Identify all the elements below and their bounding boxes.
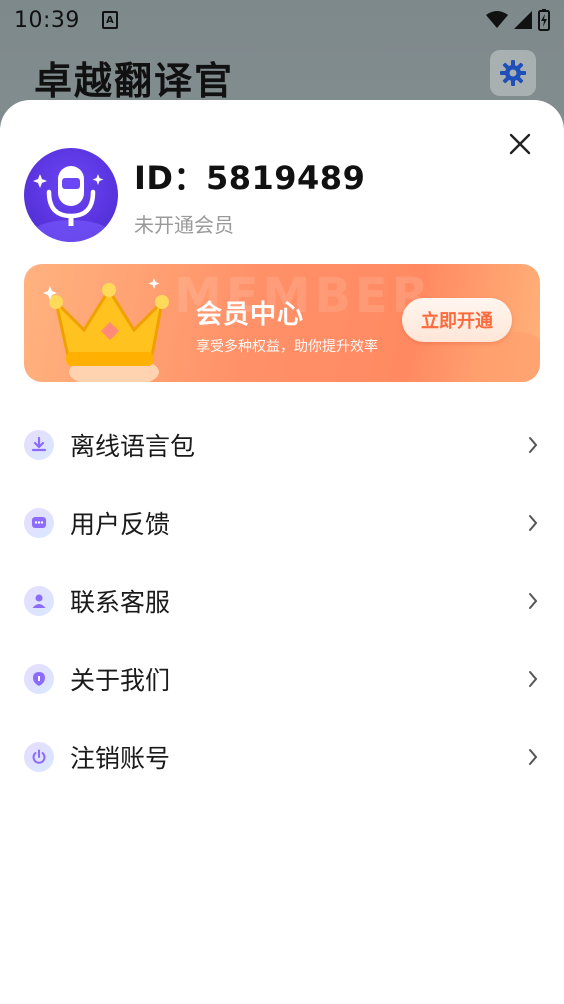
power-icon <box>24 742 54 772</box>
wifi-icon <box>486 11 508 28</box>
user-info: ID：5819489 未开通会员 <box>134 153 365 238</box>
menu-item-label: 注销账号 <box>70 744 171 773</box>
menu-item-offline-language[interactable]: 离线语言包 <box>0 406 564 484</box>
user-id: ID：5819489 <box>134 158 366 197</box>
download-icon <box>24 430 54 460</box>
profile-sheet: ID：5819489 未开通会员 MEMBER 会员中心 享受多种权益，助你提升… <box>0 100 564 1004</box>
avatar[interactable] <box>24 148 118 242</box>
info-icon <box>24 664 54 694</box>
crown-icon <box>43 278 169 382</box>
menu-item-contact-support[interactable]: 联系客服 <box>0 562 564 640</box>
menu-list: 离线语言包 用户反馈 联系客服 关于我们 注销账号 <box>0 406 564 796</box>
menu-item-delete-account[interactable]: 注销账号 <box>0 718 564 796</box>
user-icon <box>24 586 54 616</box>
close-icon <box>509 133 531 155</box>
chevron-right-icon <box>526 513 540 533</box>
signal-icon <box>514 11 532 29</box>
chevron-right-icon <box>526 435 540 455</box>
app-title: 卓越翻译官 <box>34 59 235 103</box>
profile-header: ID：5819489 未开通会员 <box>24 148 365 242</box>
menu-item-about-us[interactable]: 关于我们 <box>0 640 564 718</box>
chevron-right-icon <box>526 591 540 611</box>
menu-item-label: 关于我们 <box>70 666 171 695</box>
feedback-icon <box>24 508 54 538</box>
vip-title: 会员中心 <box>196 300 305 330</box>
status-bar: 10:39 A <box>0 0 564 40</box>
menu-item-label: 联系客服 <box>70 588 171 617</box>
battery-icon <box>538 9 550 31</box>
activate-vip-button[interactable]: 立即开通 <box>402 298 512 342</box>
vip-subtitle: 享受多种权益，助你提升效率 <box>196 339 378 355</box>
close-button[interactable] <box>506 130 534 158</box>
status-time: 10:39 <box>14 7 80 33</box>
menu-item-feedback[interactable]: 用户反馈 <box>0 484 564 562</box>
menu-item-label: 离线语言包 <box>70 432 196 461</box>
membership-status: 未开通会员 <box>134 212 234 237</box>
chevron-right-icon <box>526 669 540 689</box>
menu-item-label: 用户反馈 <box>70 510 171 539</box>
vip-center-banner[interactable]: MEMBER 会员中心 享受多种权益，助你提升效率 立即开通 <box>24 264 540 382</box>
notification-app-icon: A <box>101 11 118 29</box>
settings-button[interactable] <box>490 50 536 96</box>
gear-icon <box>500 60 526 86</box>
chevron-right-icon <box>526 747 540 767</box>
status-indicators <box>486 9 550 31</box>
microphone-logo-icon <box>31 166 111 242</box>
